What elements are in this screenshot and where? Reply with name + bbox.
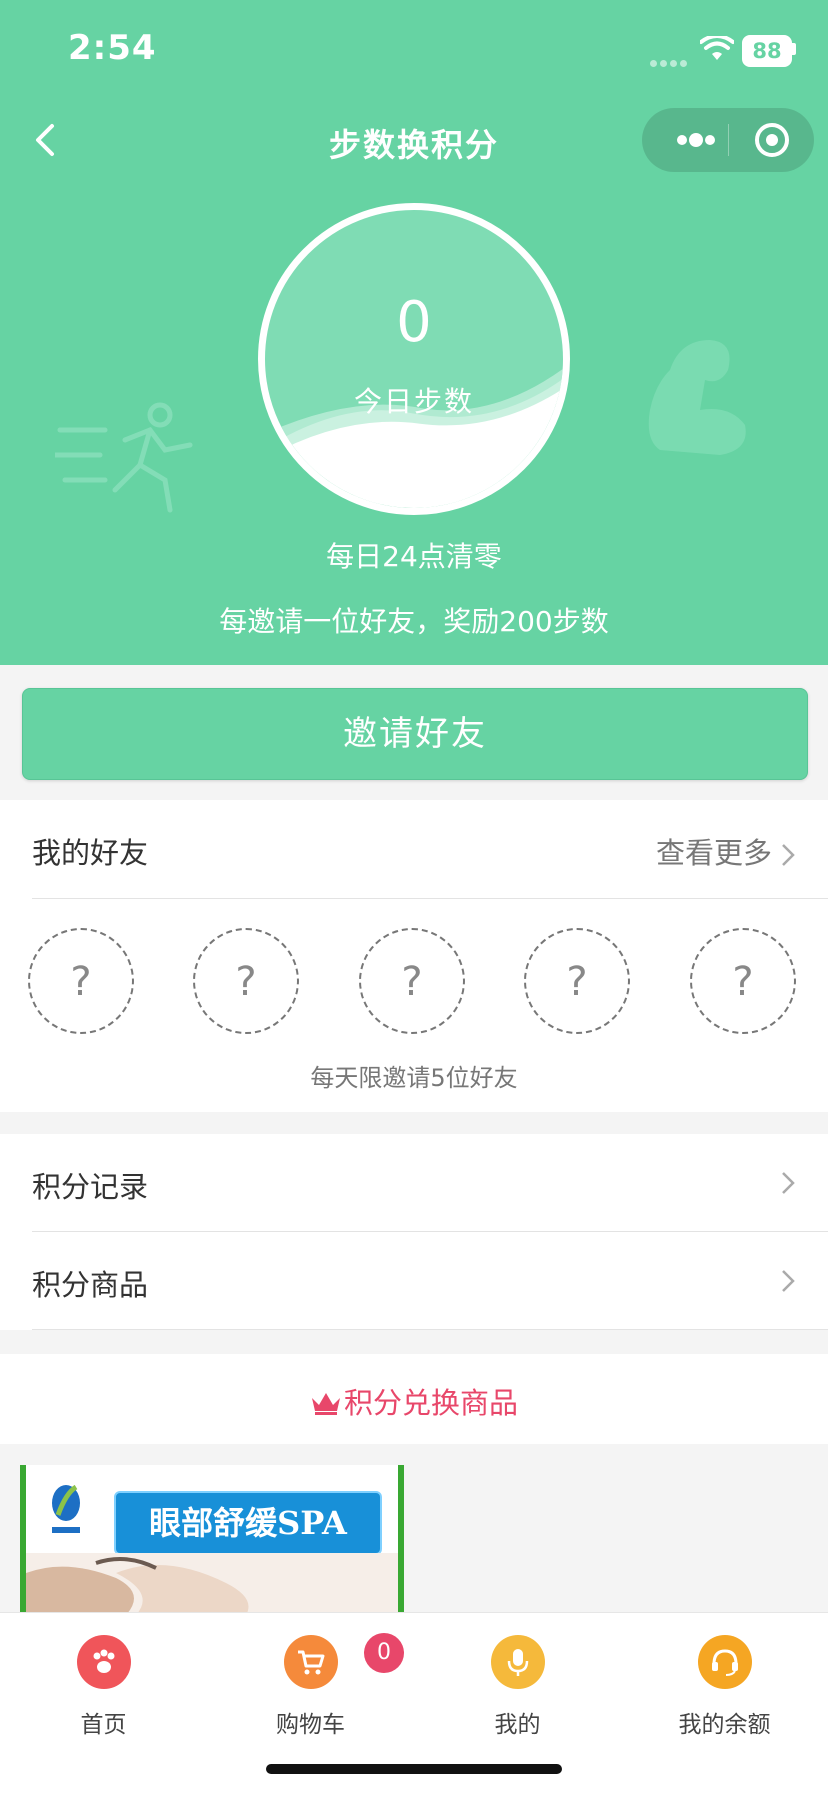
my-friends-title: 我的好友 (32, 836, 149, 870)
mini-program-capsule (642, 108, 814, 172)
microphone-icon (490, 1635, 545, 1689)
tab-mine[interactable]: 我的 (414, 1625, 621, 1739)
target-icon[interactable] (752, 120, 792, 160)
exchange-section-header: 积分兑换商品 (0, 1354, 828, 1444)
chevron-right-icon (782, 1270, 795, 1292)
see-more-label: 查看更多 (655, 836, 772, 870)
more-dots-icon[interactable] (666, 108, 726, 172)
product-photo (26, 1553, 398, 1615)
invite-friends-button[interactable]: 邀请好友 (22, 688, 808, 780)
invite-section: 邀请好友 (0, 665, 828, 800)
step-count: 0 (396, 290, 432, 355)
flexed-arm-icon (648, 340, 746, 455)
friend-slot-3[interactable]: ? (359, 928, 465, 1034)
status-bar: 2:54 88 (0, 0, 828, 100)
tab-mine-label: 我的 (494, 1712, 541, 1738)
wave-decoration (265, 368, 563, 508)
see-more-link[interactable]: 查看更多 (656, 830, 798, 872)
product-card[interactable]: 眼部舒缓SPA (20, 1465, 404, 1615)
my-friends-card: 我的好友 查看更多 ? ? ? ? ? 每天限邀请5位好友 (0, 800, 828, 1112)
points-products-label: 积分商品 (32, 1268, 149, 1302)
friend-slot-5[interactable]: ? (690, 928, 796, 1034)
redeem-label: 点击兑换 (353, 428, 474, 461)
navigation-bar: 步数换积分 (0, 100, 828, 180)
invite-limit-note: 每天限邀请5位好友 (310, 1064, 518, 1092)
brand-logo-icon (52, 1484, 80, 1533)
capsule-divider (728, 124, 729, 156)
step-counter-button[interactable]: 0 今日步数 点击兑换 (258, 203, 570, 515)
exchange-title-text: 积分兑换商品 (343, 1386, 518, 1420)
cart-count-badge: 0 (364, 1633, 404, 1673)
product-banner: 眼部舒缓SPA (114, 1491, 382, 1555)
menu-list: 积分记录 积分商品 (0, 1134, 828, 1330)
tab-home[interactable]: 首页 (0, 1625, 207, 1739)
wifi-icon (700, 36, 734, 60)
divider (32, 898, 828, 899)
divider (32, 1329, 828, 1330)
crown-icon (311, 1393, 340, 1415)
step-label: 今日步数 (353, 385, 474, 418)
home-indicator (266, 1764, 562, 1774)
chevron-right-icon (782, 1172, 795, 1194)
reward-note: 每邀请一位好友，奖励200步数 (219, 605, 609, 638)
paw-icon (76, 1635, 131, 1689)
cellular-signal-icon (650, 52, 690, 71)
exchange-title: 积分兑换商品 (310, 1380, 518, 1422)
tab-cart-label: 购物车 (276, 1712, 345, 1738)
cart-icon (283, 1635, 338, 1689)
friend-slot-4[interactable]: ? (524, 928, 630, 1034)
chevron-right-icon (782, 844, 795, 866)
tab-balance[interactable]: 我的余额 (621, 1625, 828, 1739)
battery-indicator: 88 (742, 35, 792, 67)
tab-home-label: 首页 (80, 1712, 127, 1738)
points-record-label: 积分记录 (32, 1170, 149, 1204)
friend-slot-2[interactable]: ? (193, 928, 299, 1034)
battery-level: 88 (752, 39, 782, 63)
friend-slot-1[interactable]: ? (28, 928, 134, 1034)
points-record-row[interactable]: 积分记录 (0, 1134, 828, 1232)
battery-tip (792, 43, 796, 55)
runner-icon (55, 402, 193, 513)
headset-icon (697, 1635, 752, 1689)
hero-header: 2:54 88 步数换积分 0 今日步数 点击兑换 每日24点清零 每邀请一位好… (0, 0, 828, 665)
tab-balance-label: 我的余额 (678, 1712, 771, 1738)
status-time: 2:54 (68, 28, 157, 68)
reset-note: 每日24点清零 (326, 540, 502, 573)
points-products-row[interactable]: 积分商品 (0, 1232, 828, 1330)
